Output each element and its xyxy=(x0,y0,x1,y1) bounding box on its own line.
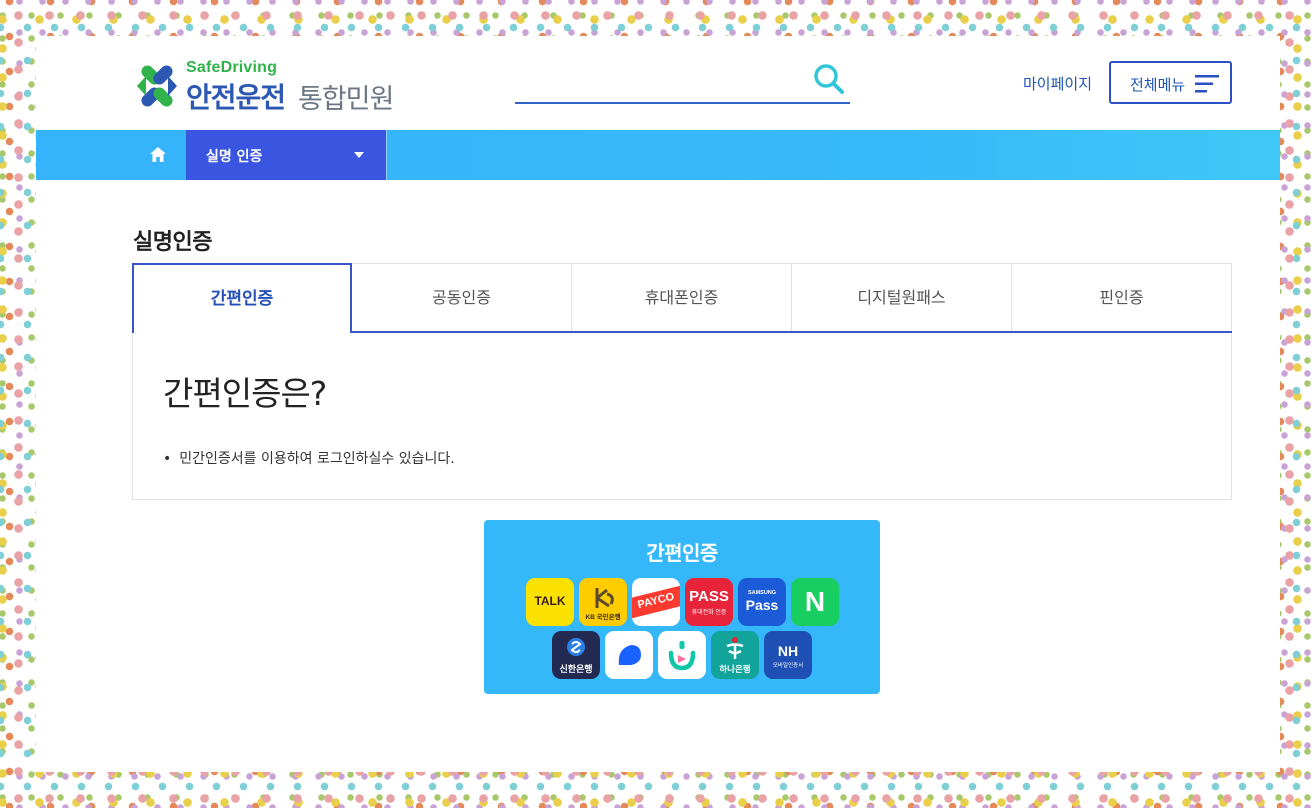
banksalad-icon[interactable] xyxy=(658,631,706,679)
logo-clover-icon xyxy=(137,65,177,107)
hana-bank-icon[interactable]: 하나은행 xyxy=(711,631,759,679)
caret-down-icon xyxy=(354,152,364,158)
kb-bank-icon[interactable]: KB 국민은행 xyxy=(579,578,627,626)
search-icon xyxy=(814,64,844,94)
pass-sublabel: 휴대전화 인증 xyxy=(691,610,727,616)
samsung-pass-sublabel: SAMSUNG xyxy=(747,590,777,596)
page-title: 실명인증 xyxy=(133,230,212,255)
shinhan-bank-icon[interactable]: 신한은행 xyxy=(552,631,600,679)
pass-label: PASS xyxy=(689,588,729,605)
tab-pin-auth[interactable]: 핀인증 xyxy=(1012,263,1232,331)
search-input[interactable] xyxy=(515,64,805,98)
pass-icon[interactable]: PASS 휴대전화 인증 xyxy=(685,578,733,626)
search-bar xyxy=(515,58,850,104)
all-menu-label: 전체메뉴 xyxy=(1130,76,1186,94)
kb-bank-label: KB 국민은행 xyxy=(585,614,621,621)
panel-description: 민간인증서를 이용하여 로그인하실수 있습니다. xyxy=(163,448,454,468)
home-button[interactable] xyxy=(132,130,186,180)
home-icon xyxy=(150,147,166,162)
naver-label: N xyxy=(804,586,826,617)
logo-english: SafeDriving xyxy=(186,59,278,76)
nh-bank-sublabel: 모바일인증서 xyxy=(772,663,804,669)
all-menu-button[interactable]: 전체메뉴 xyxy=(1109,61,1232,104)
site-logo[interactable]: SafeDriving 안전운전 통합민원 xyxy=(132,58,432,115)
auth-tabs: 간편인증 공동인증 휴대폰인증 디지털원패스 핀인증 xyxy=(132,263,1232,333)
tab-panel: 간편인증은? 민간인증서를 이용하여 로그인하실수 있습니다. xyxy=(132,333,1232,500)
tab-simple-auth[interactable]: 간편인증 xyxy=(132,263,352,333)
nav-bar: 실명 인증 xyxy=(36,130,1280,180)
mypage-link[interactable]: 마이페이지 xyxy=(1023,73,1092,94)
shinhan-bank-label: 신한은행 xyxy=(559,664,593,674)
breadcrumb-dropdown[interactable]: 실명 인증 xyxy=(186,130,386,180)
page-frame: SafeDriving 안전운전 통합민원 마이페이지 전체메뉴 실명 인증 실… xyxy=(36,36,1280,772)
naver-icon[interactable]: N xyxy=(791,578,839,626)
simple-auth-title: 간편인증 xyxy=(646,541,718,565)
logo-korean-primary: 안전운전 xyxy=(186,81,286,114)
tab-mobile-auth[interactable]: 휴대폰인증 xyxy=(572,263,792,331)
logo-korean-secondary: 통합민원 xyxy=(298,84,394,115)
simple-auth-button[interactable]: 간편인증 TALK KB 국민은행 PAYCO PASS 휴대전화 인증 SAM… xyxy=(484,520,880,694)
search-button[interactable] xyxy=(812,62,846,96)
breadcrumb-dropdown-label: 실명 인증 xyxy=(206,149,263,165)
kakaotalk-icon[interactable]: TALK xyxy=(526,578,574,626)
samsung-pass-label: Pass xyxy=(745,597,779,613)
nh-bank-label: NH xyxy=(777,643,799,659)
kakaotalk-label: TALK xyxy=(534,594,566,608)
nav-divider xyxy=(386,130,387,180)
site-header: SafeDriving 안전운전 통합민원 마이페이지 전체메뉴 xyxy=(36,36,1280,130)
hana-bank-label: 하나은행 xyxy=(719,664,751,674)
tab-digital-onepass[interactable]: 디지털원패스 xyxy=(792,263,1012,331)
panel-heading: 간편인증은? xyxy=(163,374,327,413)
hamburger-icon xyxy=(1195,75,1219,93)
samsung-pass-icon[interactable]: SAMSUNG Pass xyxy=(738,578,786,626)
nh-bank-icon[interactable]: NH 모바일인증서 xyxy=(764,631,812,679)
payco-icon[interactable]: PAYCO xyxy=(632,578,680,626)
toss-icon[interactable] xyxy=(605,631,653,679)
tab-joint-certificate[interactable]: 공동인증 xyxy=(352,263,572,331)
